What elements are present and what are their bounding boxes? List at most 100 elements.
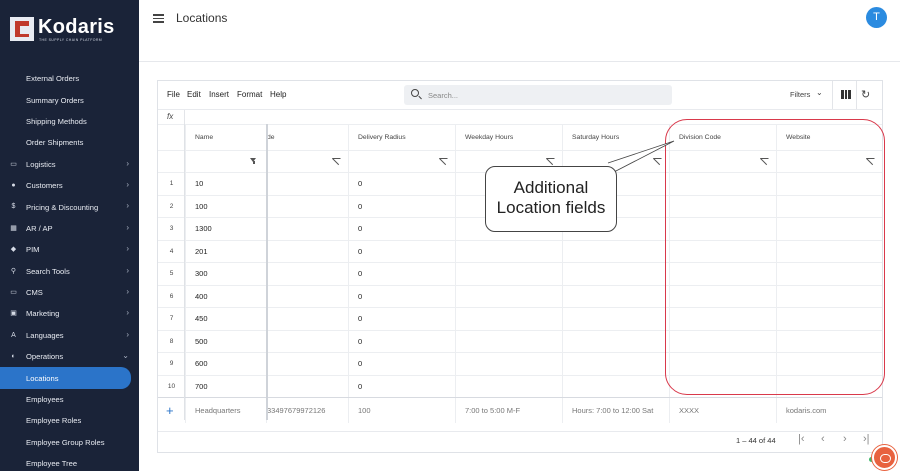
add-row-icon[interactable]: + xyxy=(166,404,174,417)
column-header[interactable]: de xyxy=(266,125,348,150)
sidebar-item-employee-tree[interactable]: Employee Tree xyxy=(0,453,139,471)
table-cell[interactable] xyxy=(562,353,669,375)
table-cell[interactable]: 0 xyxy=(348,285,455,307)
new-row-cell[interactable]: 100 xyxy=(348,398,455,423)
sidebar-item-customers[interactable]: ● Customers › xyxy=(0,175,139,196)
column-filter-cell[interactable] xyxy=(348,151,455,172)
table-cell[interactable] xyxy=(562,308,669,330)
sidebar-item-marketing[interactable]: ▣ Marketing › xyxy=(0,303,139,324)
table-cell[interactable] xyxy=(266,353,348,375)
next-page-icon[interactable]: › xyxy=(843,433,847,445)
table-cell[interactable]: 1300 xyxy=(185,218,266,240)
chevron-down-icon[interactable]: ⌄ xyxy=(816,88,823,97)
column-header[interactable]: Name xyxy=(185,125,266,150)
table-cell[interactable]: 400 xyxy=(185,285,266,307)
table-cell[interactable] xyxy=(455,375,562,397)
table-cell[interactable]: 0 xyxy=(348,353,455,375)
table-cell[interactable] xyxy=(562,375,669,397)
table-cell[interactable] xyxy=(266,218,348,240)
row-number[interactable]: 6 xyxy=(158,286,185,308)
table-cell[interactable] xyxy=(455,285,562,307)
table-cell[interactable]: 0 xyxy=(348,173,455,195)
sidebar-item-languages[interactable]: A Languages › xyxy=(0,325,139,346)
search-input[interactable]: Search... xyxy=(404,85,672,105)
sidebar-item-employee-roles[interactable]: Employee Roles xyxy=(0,410,139,431)
column-filter-cell[interactable] xyxy=(185,151,266,172)
new-row-cell[interactable]: 33497679972126 xyxy=(266,398,348,423)
refresh-icon[interactable]: ↻ xyxy=(861,88,870,101)
menu-format[interactable]: Format xyxy=(237,90,262,99)
table-cell[interactable]: 10 xyxy=(185,173,266,195)
menu-edit[interactable]: Edit xyxy=(187,90,201,99)
column-header[interactable]: Delivery Radius xyxy=(348,125,455,150)
table-cell[interactable] xyxy=(562,285,669,307)
table-cell[interactable]: 450 xyxy=(185,308,266,330)
row-number[interactable]: 7 xyxy=(158,308,185,330)
table-cell[interactable] xyxy=(266,308,348,330)
table-cell[interactable] xyxy=(266,285,348,307)
columns-icon[interactable] xyxy=(841,90,852,99)
table-cell[interactable] xyxy=(455,353,562,375)
table-cell[interactable]: 201 xyxy=(185,240,266,262)
row-number[interactable]: 8 xyxy=(158,331,185,353)
sidebar-item-employees[interactable]: Employees xyxy=(0,389,139,410)
table-cell[interactable]: 0 xyxy=(348,195,455,217)
table-cell[interactable] xyxy=(562,240,669,262)
table-cell[interactable]: 700 xyxy=(185,375,266,397)
table-cell[interactable] xyxy=(455,330,562,352)
prev-page-icon[interactable]: ‹ xyxy=(821,433,825,445)
table-cell[interactable] xyxy=(266,330,348,352)
row-number[interactable]: 3 xyxy=(158,218,185,240)
table-cell[interactable] xyxy=(562,330,669,352)
row-number[interactable]: 4 xyxy=(158,241,185,263)
filter-off-icon[interactable] xyxy=(332,158,341,165)
user-avatar[interactable]: T xyxy=(866,7,887,28)
sidebar-item-operations[interactable]: ◐ Operations ⌄ xyxy=(0,346,139,367)
table-cell[interactable]: 300 xyxy=(185,263,266,285)
table-cell[interactable]: 0 xyxy=(348,263,455,285)
row-number[interactable]: 1 xyxy=(158,173,185,195)
sidebar-item-summary-orders[interactable]: Summary Orders xyxy=(0,89,139,110)
table-cell[interactable] xyxy=(266,263,348,285)
table-cell[interactable] xyxy=(455,308,562,330)
row-number[interactable]: 10 xyxy=(158,376,185,398)
table-cell[interactable] xyxy=(455,240,562,262)
table-cell[interactable] xyxy=(266,375,348,397)
filter-icon[interactable] xyxy=(250,158,257,165)
sidebar-item-external-orders[interactable]: External Orders xyxy=(0,68,139,89)
new-row-cell[interactable]: kodaris.com xyxy=(776,398,882,423)
sidebar-item-locations[interactable]: Locations xyxy=(0,367,131,389)
sidebar-item-employee-group-roles[interactable]: Employee Group Roles xyxy=(0,432,139,453)
sidebar-item-search-tools[interactable]: ⚲ Search Tools › xyxy=(0,261,139,282)
filters-button[interactable]: Filters xyxy=(790,90,810,99)
sidebar-item-pim[interactable]: ◆ PIM › xyxy=(0,239,139,260)
frozen-column-divider[interactable] xyxy=(266,124,268,420)
column-header[interactable]: Weekday Hours xyxy=(455,125,562,150)
first-page-icon[interactable]: |‹ xyxy=(798,433,805,445)
sidebar-item-logistics[interactable]: ▭ Logistics › xyxy=(0,154,139,175)
menu-toggle-icon[interactable] xyxy=(153,14,164,23)
column-filter-cell[interactable] xyxy=(266,151,348,172)
menu-file[interactable]: File xyxy=(167,90,180,99)
row-number[interactable]: 5 xyxy=(158,263,185,285)
sidebar-item-ar-ap[interactable]: ▦ AR / AP › xyxy=(0,218,139,239)
table-cell[interactable] xyxy=(562,263,669,285)
sidebar-item-shipping-methods[interactable]: Shipping Methods xyxy=(0,111,139,132)
menu-insert[interactable]: Insert xyxy=(209,90,229,99)
table-cell[interactable]: 0 xyxy=(348,218,455,240)
filter-off-icon[interactable] xyxy=(439,158,448,165)
row-number[interactable]: 2 xyxy=(158,196,185,218)
row-number[interactable]: 9 xyxy=(158,353,185,375)
table-cell[interactable]: 500 xyxy=(185,330,266,352)
table-cell[interactable] xyxy=(266,195,348,217)
table-cell[interactable]: 100 xyxy=(185,195,266,217)
sidebar-item-order-shipments[interactable]: Order Shipments xyxy=(0,132,139,153)
filter-off-icon[interactable] xyxy=(546,158,555,165)
new-row-cell[interactable]: Headquarters xyxy=(185,398,266,423)
table-cell[interactable]: 0 xyxy=(348,375,455,397)
table-cell[interactable] xyxy=(266,173,348,195)
sidebar-item-pricing-discounting[interactable]: $ Pricing & Discounting › xyxy=(0,196,139,217)
last-page-icon[interactable]: ›| xyxy=(863,433,870,445)
new-row-cell[interactable]: Hours: 7:00 to 12:00 Sat xyxy=(562,398,669,423)
sidebar-item-cms[interactable]: ▭ CMS › xyxy=(0,282,139,303)
